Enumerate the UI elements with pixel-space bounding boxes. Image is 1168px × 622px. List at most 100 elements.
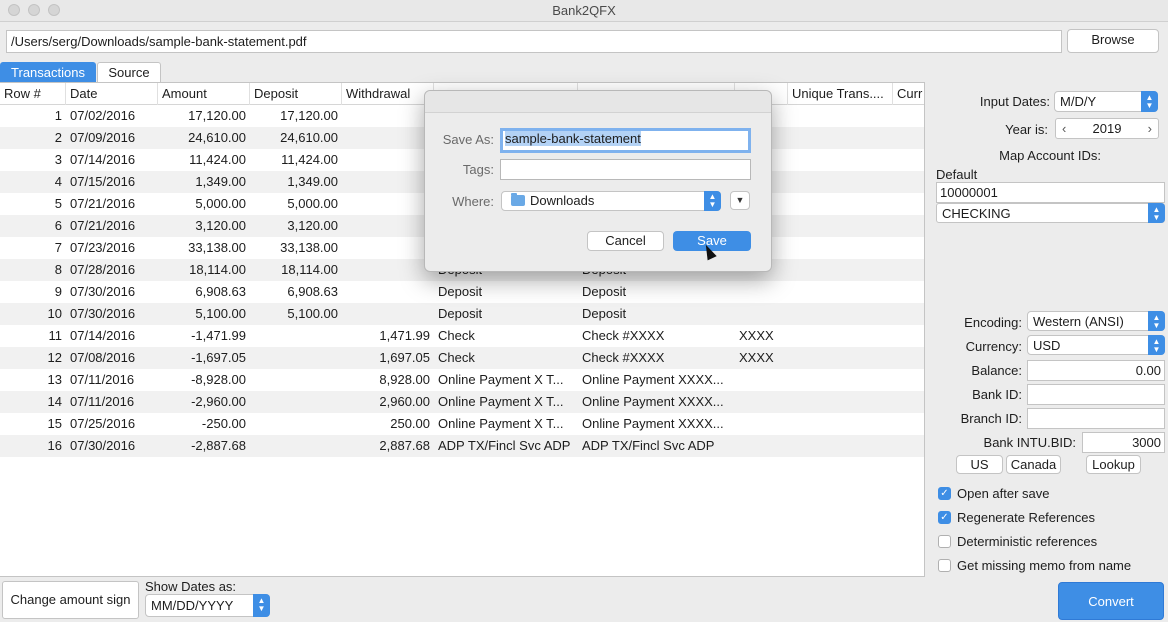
convert-button[interactable]: Convert (1058, 582, 1164, 620)
cell-deposit: 11,424.00 (281, 152, 338, 167)
year-stepper[interactable]: ‹ 2019 › (1055, 118, 1159, 139)
cell-amount: -2,887.68 (191, 438, 246, 453)
cell-date: 07/21/2016 (70, 218, 136, 233)
cell-check-number (735, 303, 788, 325)
cell-deposit: 5,100.00 (287, 306, 338, 321)
cell-withdrawal: 1,471.99 (379, 328, 430, 343)
cell-withdrawal (342, 171, 434, 193)
cell-amount: 3,120.00 (195, 218, 246, 233)
column-header-currency[interactable]: Curr (893, 83, 924, 105)
table-row[interactable]: 15 07/25/2016 -250.00 250.00 Online Payment … (0, 413, 924, 435)
tab-transactions[interactable]: Transactions (0, 62, 96, 82)
checkbox-2[interactable] (938, 535, 951, 548)
column-header-withdrawal[interactable]: Withdrawal (342, 83, 434, 105)
table-row[interactable]: 12 07/08/2016 -1,697.05 1,697.05 Check Check … (0, 347, 924, 369)
cell-date: 07/02/2016 (70, 108, 136, 123)
checkbox-3[interactable] (938, 559, 951, 572)
cell-row-number: 9 (54, 284, 62, 299)
cell-date: 07/11/2016 (70, 372, 135, 387)
tab-source[interactable]: Source (97, 62, 161, 82)
us-button[interactable]: US (956, 455, 1003, 474)
checkbox-label[interactable]: Get missing memo from name (957, 558, 1131, 573)
cell-date: 07/28/2016 (70, 262, 136, 277)
table-row[interactable]: 13 07/11/2016 -8,928.00 8,928.00 Online Paym… (0, 369, 924, 391)
cell-row-number: 16 (47, 438, 62, 453)
file-path-input[interactable]: /Users/serg/Downloads/sample-bank-statem… (6, 30, 1062, 53)
canada-button[interactable]: Canada (1006, 455, 1061, 474)
cell-date: 07/30/2016 (70, 438, 136, 453)
cell-deposit: 3,120.00 (287, 218, 338, 233)
account-type-select[interactable]: CHECKING ▲ ▼ (936, 203, 1165, 223)
cell-date: 07/30/2016 (70, 284, 136, 299)
cell-amount: 6,908.63 (195, 284, 246, 299)
cell-withdrawal (342, 215, 434, 237)
change-amount-sign-button[interactable]: Change amount sign (2, 581, 139, 619)
cell-deposit: 6,908.63 (287, 284, 338, 299)
save-as-input[interactable]: sample-bank-statement (500, 128, 751, 153)
tags-input[interactable] (500, 159, 751, 180)
title-bar: Bank2QFX (0, 0, 1168, 22)
column-header-row[interactable]: Row # (0, 83, 66, 105)
show-dates-select[interactable]: MM/DD/YYYY ▲ ▼ (145, 594, 270, 617)
table-row[interactable]: 14 07/11/2016 -2,960.00 2,960.00 Online Paym… (0, 391, 924, 413)
cell-deposit (250, 325, 342, 347)
cell-date: 07/14/2016 (70, 328, 136, 343)
column-header-amount[interactable]: Amount (158, 83, 250, 105)
cancel-button[interactable]: Cancel (587, 231, 664, 251)
browse-button[interactable]: Browse (1067, 29, 1159, 53)
where-select[interactable]: Downloads ▲ ▼ (501, 191, 721, 211)
cell-row-number: 6 (54, 218, 62, 233)
cell-amount: 24,610.00 (188, 130, 246, 145)
column-header-date[interactable]: Date (66, 83, 158, 105)
chevron-left-icon[interactable]: ‹ (1062, 119, 1066, 138)
lookup-button[interactable]: Lookup (1086, 455, 1141, 474)
cell-row-number: 1 (54, 108, 62, 123)
bank-id-input[interactable] (1027, 384, 1165, 405)
cell-deposit (250, 369, 342, 391)
currency-select[interactable]: USD ▲ ▼ (1027, 335, 1165, 355)
currency-label: Currency: (965, 339, 1022, 354)
checkmark-icon: ✓ (940, 488, 949, 499)
chevron-right-icon[interactable]: › (1148, 119, 1152, 138)
account-id-input[interactable]: 10000001 (936, 182, 1165, 203)
cell-withdrawal (342, 105, 434, 127)
where-value: Downloads (530, 193, 595, 208)
table-row[interactable]: 11 07/14/2016 -1,471.99 1,471.99 Check Check … (0, 325, 924, 347)
year-value: 2019 (1092, 121, 1122, 136)
branch-id-input[interactable] (1027, 408, 1165, 429)
encoding-select[interactable]: Western (ANSI) ▲ ▼ (1027, 311, 1165, 331)
column-header-unique-trans[interactable]: Unique Trans.... (788, 83, 893, 105)
select-arrows-icon: ▲ ▼ (1148, 311, 1165, 331)
cell-withdrawal (342, 127, 434, 149)
chevron-down-icon[interactable]: ▼ (730, 191, 750, 210)
cell-memo: Online Payment XXXX... (582, 416, 724, 431)
encoding-value: Western (ANSI) (1033, 314, 1124, 329)
cell-deposit (250, 347, 342, 369)
cell-withdrawal (342, 149, 434, 171)
input-dates-select[interactable]: M/D/Y ▲ ▼ (1054, 91, 1158, 112)
intu-bid-input[interactable]: 3000 (1082, 432, 1165, 453)
currency-value: USD (1033, 338, 1061, 353)
checkbox-1[interactable]: ✓ (938, 511, 951, 524)
cell-date: 07/21/2016 (70, 196, 136, 211)
table-row[interactable]: 9 07/30/2016 6,908.63 6,908.63 Deposit Deposi… (0, 281, 924, 303)
show-dates-value: MM/DD/YYYY (151, 598, 234, 613)
checkbox-0[interactable]: ✓ (938, 487, 951, 500)
cell-amount: 18,114.00 (189, 262, 246, 277)
checkbox-label[interactable]: Deterministic references (957, 534, 1097, 549)
checkbox-label[interactable]: Open after save (957, 486, 1050, 501)
table-row[interactable]: 16 07/30/2016 -2,887.68 2,887.68 ADP TX/Finc… (0, 435, 924, 457)
column-header-deposit[interactable]: Deposit (250, 83, 342, 105)
cell-check-number (735, 281, 788, 303)
cell-memo: ADP TX/Fincl Svc ADP (582, 438, 715, 453)
table-row[interactable]: 10 07/30/2016 5,100.00 5,100.00 Deposit Depos… (0, 303, 924, 325)
cell-amount: 17,120.00 (188, 108, 246, 123)
balance-input[interactable]: 0.00 (1027, 360, 1165, 381)
cell-deposit (250, 435, 342, 457)
cell-deposit: 1,349.00 (287, 174, 338, 189)
cell-payee: Online Payment X T... (438, 372, 564, 387)
cell-row-number: 11 (48, 328, 63, 343)
cell-payee: Check (438, 328, 475, 343)
cell-row-number: 15 (47, 416, 62, 431)
checkbox-label[interactable]: Regenerate References (957, 510, 1095, 525)
